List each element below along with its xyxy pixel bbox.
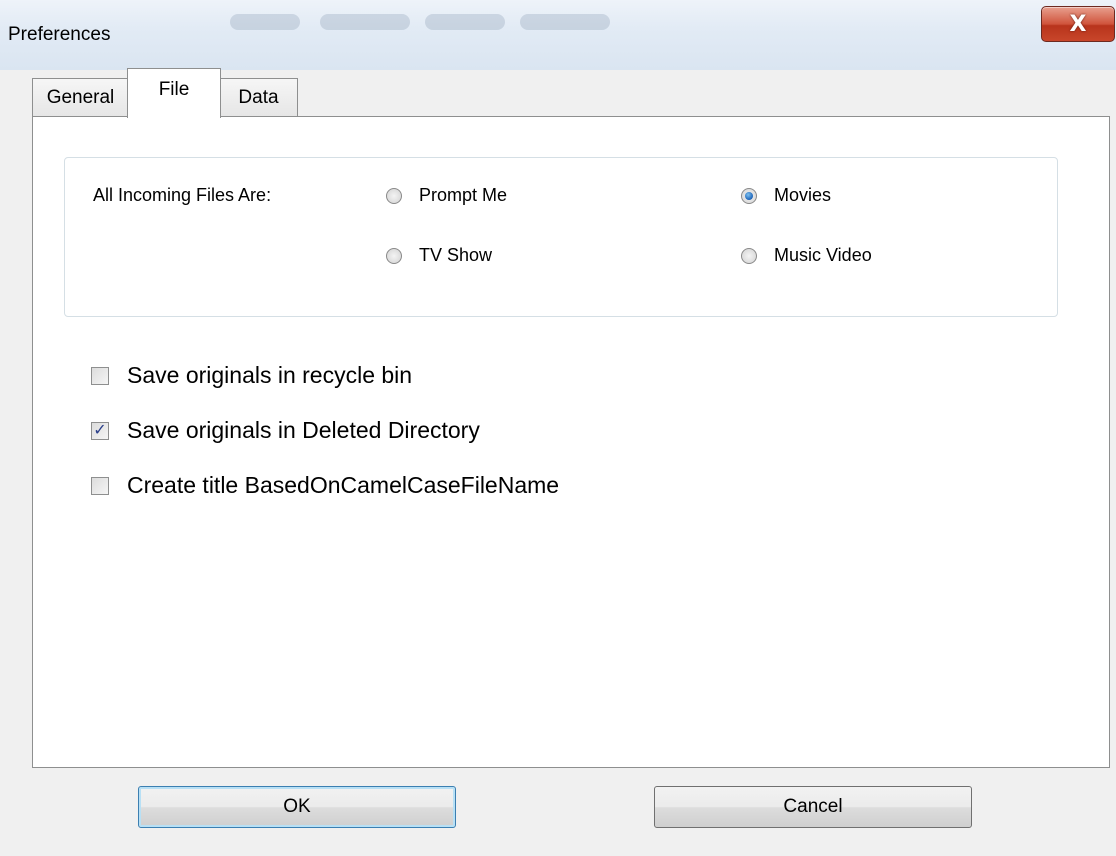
title-bar[interactable]: Preferences X	[0, 0, 1116, 70]
checkbox-icon	[91, 476, 109, 495]
blurred-menu-item	[425, 14, 505, 30]
radio-label: Prompt Me	[419, 185, 508, 205]
close-icon: X	[1069, 11, 1087, 37]
checkbox-camel-case-title[interactable]: Create title BasedOnCamelCaseFileName	[91, 472, 559, 499]
tab-file[interactable]: File	[127, 68, 221, 118]
blurred-menu-item	[320, 14, 410, 30]
incoming-files-label: All Incoming Files Are:	[93, 185, 272, 205]
radio-music-video[interactable]: Music Video	[741, 245, 872, 266]
radio-label: Music Video	[774, 245, 872, 265]
blurred-menu-item	[520, 14, 610, 30]
radio-icon	[741, 247, 757, 264]
tab-panel-file: All Incoming Files Are: Prompt Me Movies…	[32, 116, 1110, 768]
radio-label: TV Show	[419, 245, 493, 265]
blurred-menu-item	[230, 14, 300, 30]
incoming-files-group	[64, 157, 1058, 317]
checkbox-icon	[91, 366, 109, 385]
tab-general[interactable]: General	[32, 78, 129, 116]
preferences-dialog: Preferences X General File Data All Inco…	[0, 0, 1116, 856]
radio-tv-show[interactable]: TV Show	[386, 245, 492, 266]
checkbox-save-recycle-bin[interactable]: Save originals in recycle bin	[91, 362, 412, 389]
checkmark-icon: ✓	[91, 421, 109, 440]
checkbox-label: Save originals in recycle bin	[127, 362, 413, 388]
checkbox-label: Create title BasedOnCamelCaseFileName	[127, 472, 560, 498]
radio-movies[interactable]: Movies	[741, 185, 831, 206]
checkbox-save-deleted-directory[interactable]: ✓ Save originals in Deleted Directory	[91, 417, 480, 444]
tab-data[interactable]: Data	[219, 78, 298, 116]
radio-icon	[386, 247, 402, 264]
ok-button[interactable]: OK	[138, 786, 456, 828]
radio-label: Movies	[774, 185, 832, 205]
close-button[interactable]: X	[1041, 6, 1115, 42]
window-title: Preferences	[8, 24, 111, 45]
radio-prompt-me[interactable]: Prompt Me	[386, 185, 507, 206]
radio-icon	[386, 187, 402, 204]
checkbox-label: Save originals in Deleted Directory	[127, 417, 480, 443]
cancel-button[interactable]: Cancel	[654, 786, 972, 828]
radio-selected-icon	[741, 187, 757, 204]
